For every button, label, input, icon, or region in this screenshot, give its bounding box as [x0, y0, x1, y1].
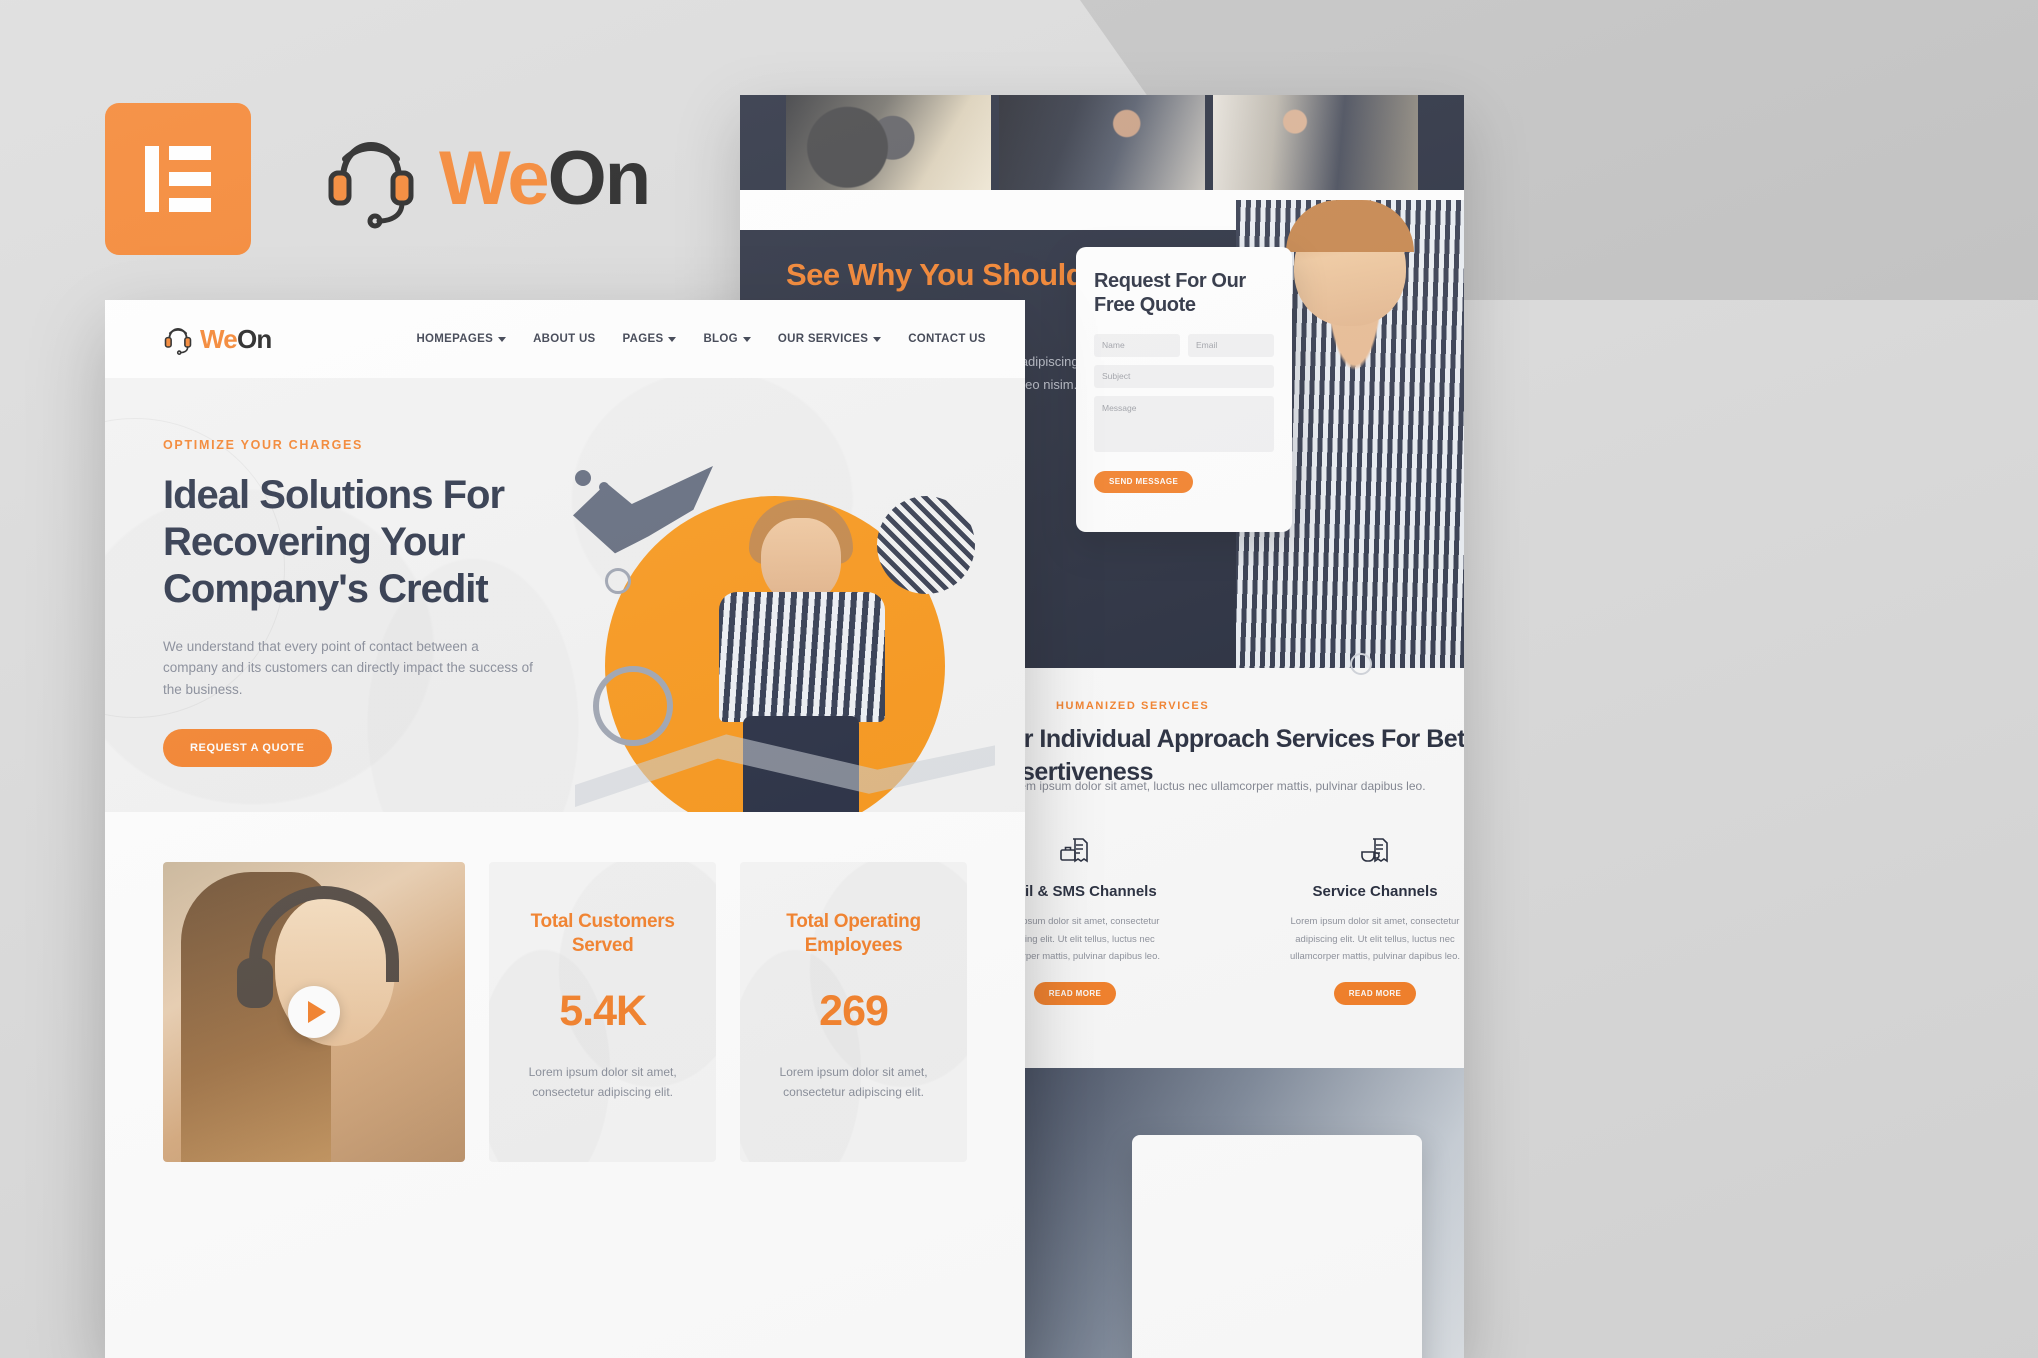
- video-thumbnail[interactable]: [163, 862, 466, 1162]
- name-field[interactable]: [1094, 333, 1180, 357]
- branding-row: WeOn: [105, 103, 651, 255]
- top-photo-strip: [740, 95, 1464, 190]
- chevron-down-icon: [742, 336, 751, 342]
- request-a-quote-button[interactable]: REQUEST A QUOTE: [163, 729, 332, 768]
- services-eyebrow: HUMANIZED SERVICES: [1056, 700, 1210, 712]
- weon-brand-logo: WeOn: [323, 129, 651, 229]
- stat-value: 269: [819, 986, 889, 1035]
- headset-icon: [164, 327, 192, 355]
- nav-item-pages[interactable]: PAGES: [623, 333, 677, 345]
- stats-and-video-section: Total Customers Served 5.4K Lorem ipsum …: [105, 812, 1025, 1358]
- email-field[interactable]: [1188, 333, 1274, 357]
- service-card-text: Lorem ipsum dolor sit amet, consectetur …: [1289, 916, 1461, 963]
- logo-on-text: On: [547, 136, 652, 221]
- chevron-down-icon: [498, 336, 507, 342]
- chevron-down-icon: [873, 336, 882, 342]
- headset-telephone-photo: [786, 95, 992, 190]
- service-card-grid: Email & SMS Channels Lorem ipsum dolor s…: [980, 830, 1464, 1005]
- nav-item-blog[interactable]: BLOG: [703, 333, 751, 345]
- decorative-ring: [1350, 653, 1372, 675]
- office-workstation-photo: [1212, 95, 1418, 190]
- headset-icon: [328, 141, 414, 229]
- hero-copy-block: OPTIMIZE YOUR CHARGES Ideal Solutions Fo…: [163, 438, 563, 768]
- quote-form-title: Request For Our Free Quote: [1094, 270, 1246, 317]
- hero-section: OPTIMIZE YOUR CHARGES Ideal Solutions Fo…: [105, 378, 1025, 812]
- cup-invoice-icon: [1280, 830, 1464, 872]
- hero-dot-small: [599, 482, 609, 492]
- read-more-button[interactable]: READ MORE: [1333, 981, 1417, 1005]
- service-card-title: Service Channels: [1312, 883, 1438, 900]
- nav-label: PAGES: [622, 333, 664, 345]
- play-icon[interactable]: [288, 986, 341, 1038]
- stat-label: Total Customers Served: [530, 911, 675, 957]
- navbar-logo[interactable]: WeOn: [163, 323, 272, 356]
- nav-item-homepages[interactable]: HOMEPAGES: [416, 333, 507, 345]
- nav-label: ABOUT US: [533, 333, 596, 345]
- hero-heading: Ideal Solutions For Recovering Your Comp…: [163, 473, 505, 612]
- hero-eyebrow: OPTIMIZE YOUR CHARGES: [163, 438, 364, 452]
- screenshot-stage: See Why You Should Choose Lorem ipsum do…: [0, 0, 2038, 1358]
- agent-at-desk-photo: [999, 95, 1205, 190]
- stat-description: Lorem ipsum dolor sit amet, consectetur …: [779, 1064, 928, 1100]
- stat-card: Total Customers Served 5.4K Lorem ipsum …: [489, 862, 716, 1162]
- hero-small-ring: [605, 568, 631, 594]
- site-navbar: WeOn HOMEPAGES ABOUT US PAGES BLOG OUR S…: [105, 300, 1025, 378]
- quote-form-card: Request For Our Free Quote SEND MESSAGE: [1076, 247, 1292, 532]
- services-subtext: Lorem ipsum dolor sit amet, luctus nec u…: [1002, 779, 1426, 793]
- bottom-white-card: [1132, 1135, 1422, 1358]
- hero-large-ring: [593, 666, 673, 746]
- navbar-logo-we: We: [200, 323, 238, 354]
- elementor-logo-icon: [105, 103, 251, 255]
- hero-paragraph: We understand that every point of contac…: [163, 638, 533, 698]
- nav-item-about-us[interactable]: ABOUT US: [533, 333, 595, 345]
- nav-item-contact-us[interactable]: CONTACT US: [908, 333, 986, 345]
- stat-card: Total Operating Employees 269 Lorem ipsu…: [740, 862, 967, 1162]
- stat-label: Total Operating Employees: [786, 911, 921, 957]
- weon-wordmark: WeOn: [439, 141, 651, 217]
- nav-label: HOMEPAGES: [416, 333, 494, 345]
- message-field[interactable]: [1094, 395, 1274, 452]
- read-more-button[interactable]: READ MORE: [1033, 981, 1117, 1005]
- navbar-menu: HOMEPAGES ABOUT US PAGES BLOG OUR SERVIC…: [416, 329, 1025, 350]
- front-website-preview: WeOn HOMEPAGES ABOUT US PAGES BLOG OUR S…: [105, 300, 1025, 1358]
- service-card: Service Channels Lorem ipsum dolor sit a…: [1280, 830, 1464, 1005]
- navbar-logo-on: On: [236, 323, 272, 354]
- hero-dot-large: [575, 470, 591, 486]
- nav-item-our-services[interactable]: OUR SERVICES: [777, 333, 882, 345]
- nav-label: OUR SERVICES: [777, 333, 869, 345]
- logo-we-text: We: [439, 136, 550, 221]
- stat-value: 5.4K: [559, 986, 647, 1035]
- send-message-button[interactable]: SEND MESSAGE: [1094, 470, 1194, 493]
- stat-description: Lorem ipsum dolor sit amet, consectetur …: [528, 1064, 677, 1100]
- nav-label: CONTACT US: [908, 333, 986, 345]
- chevron-down-icon: [668, 336, 677, 342]
- subject-field[interactable]: [1094, 364, 1274, 388]
- nav-label: BLOG: [703, 333, 738, 345]
